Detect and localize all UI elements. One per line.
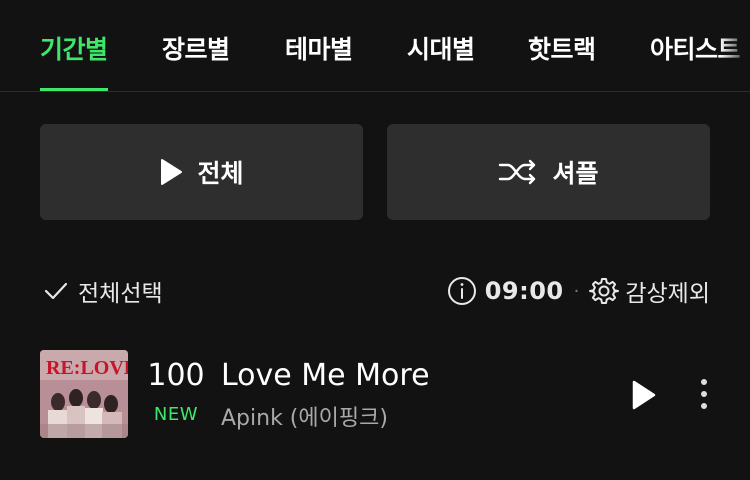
- chart-page: 기간별 장르별 테마별 시대별 핫트랙 아티스트 전체 셔플 전체선택 09:0…: [0, 0, 750, 480]
- song-info[interactable]: Love Me More Apink (에이핑크): [221, 358, 430, 432]
- tab-theme[interactable]: 테마별: [285, 30, 353, 91]
- play-icon: [626, 380, 660, 416]
- shuffle-icon: [498, 159, 538, 185]
- active-tab-indicator: [40, 88, 108, 91]
- select-all-label: 전체선택: [78, 281, 163, 307]
- check-icon: [44, 281, 68, 301]
- rank-number: 100: [147, 358, 205, 393]
- new-badge: NEW: [153, 404, 199, 425]
- shuffle-button[interactable]: 셔플: [387, 124, 710, 220]
- category-tabs: 기간별 장르별 테마별 시대별 핫트랙 아티스트: [0, 0, 750, 92]
- tab-label: 핫트랙: [528, 35, 596, 64]
- play-icon: [159, 158, 183, 186]
- tab-hot-track[interactable]: 핫트랙: [528, 30, 596, 91]
- exclude-label: 감상제외: [625, 281, 710, 307]
- tabs-overflow-fade: [720, 0, 750, 91]
- list-controls: 전체선택 09:00 · 감상제외: [0, 268, 750, 312]
- song-row[interactable]: RE:LOVE 100 NEW Love Me More Apink (에이핑크…: [40, 350, 710, 438]
- separator-dot: ·: [573, 280, 580, 302]
- rank-column: 100 NEW: [140, 358, 212, 425]
- tab-genre[interactable]: 장르별: [162, 30, 230, 91]
- play-all-label: 전체: [197, 159, 244, 188]
- song-more-button[interactable]: [694, 376, 714, 412]
- gear-icon: [589, 276, 620, 306]
- play-all-button[interactable]: 전체: [40, 124, 363, 220]
- tab-era[interactable]: 시대별: [407, 30, 475, 91]
- tab-label: 장르별: [162, 35, 230, 64]
- exclude-settings-button[interactable]: 감상제외: [589, 274, 710, 308]
- update-time-info[interactable]: 09:00: [447, 276, 564, 306]
- info-icon: [447, 276, 477, 306]
- artist-name: Apink (에이핑크): [221, 406, 388, 431]
- album-art-title: RE:LOVE: [46, 357, 128, 379]
- update-time: 09:00: [484, 277, 564, 305]
- shuffle-label: 셔플: [552, 159, 599, 188]
- chart-meta: 09:00 · 감상제외: [447, 274, 710, 308]
- tab-period[interactable]: 기간별: [40, 30, 108, 91]
- song-title: Love Me More: [221, 358, 430, 393]
- tab-label: 기간별: [40, 35, 108, 64]
- song-play-button[interactable]: [626, 378, 660, 412]
- album-art[interactable]: RE:LOVE: [40, 350, 128, 438]
- tab-label: 테마별: [285, 35, 353, 64]
- tab-label: 시대별: [407, 35, 475, 64]
- more-vertical-icon: [694, 379, 714, 416]
- select-all-button[interactable]: 전체선택: [44, 274, 163, 308]
